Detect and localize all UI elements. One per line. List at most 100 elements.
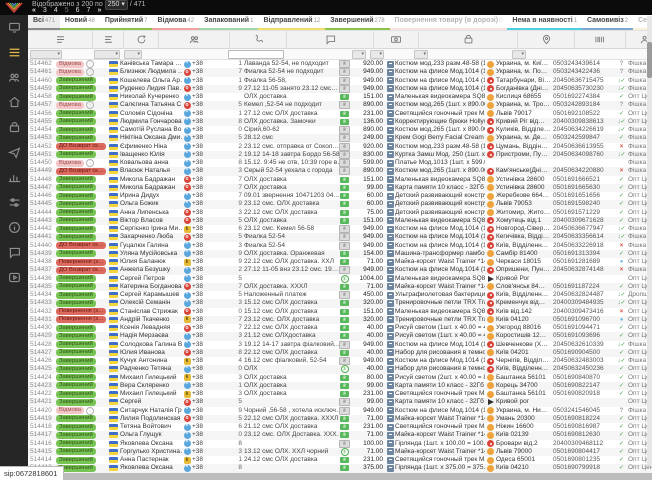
tab-5[interactable]: Відправлений12 — [258, 15, 325, 30]
table-row[interactable]: 514458 Завершений Николай Кучеренко * +3… — [28, 93, 652, 101]
phone-filter-input[interactable] — [228, 50, 284, 59]
table-row[interactable]: 514430 Завершений Ксенія Левадняя o +38 … — [28, 324, 652, 332]
table-row[interactable]: 514451 Завершений Іващенко Юлія * +38 2 … — [28, 151, 652, 159]
table-row[interactable]: 514422 Завершений Михаил Гилецький k +38… — [28, 390, 652, 398]
table-row[interactable]: 514453 Завершений Нікітіна Оксана Дми… *… — [28, 134, 652, 142]
pager-page-4[interactable]: 4 — [54, 7, 58, 15]
table-row[interactable]: 514418 Завершений Тетяна Войтович * +38 … — [28, 423, 652, 431]
table-row[interactable]: 514454 Завершений Самотій Руслана Во… * … — [28, 126, 652, 134]
table-row[interactable]: 514413 Завершений Яковлева Оксана * +38 … — [28, 464, 652, 472]
customers-people-icon[interactable] — [0, 65, 28, 90]
app-logo-icon[interactable] — [4, 1, 24, 19]
status-list-icon[interactable] — [28, 31, 93, 48]
info-icon[interactable]: i — [86, 101, 94, 109]
address-pin-icon[interactable] — [518, 31, 575, 48]
ttn-barcode-icon[interactable] — [575, 31, 626, 48]
table-row[interactable]: 514443 Завершений Віктор Власов o +38 5 … — [28, 217, 652, 225]
table-row[interactable]: 514460 Завершений Кошелева Ольга Ар… * +… — [28, 77, 652, 85]
info-icon[interactable]: i — [86, 159, 94, 167]
settings-sliders-icon[interactable] — [0, 190, 28, 215]
table-row[interactable]: 514427 Завершений Юлия Иванова o +38 8 2… — [28, 349, 652, 357]
table-row[interactable]: 514423 Завершений Вера Скляренко * +38 1… — [28, 382, 652, 390]
table-row[interactable]: 514432 Повернення (з… Станіслав Стрижак … — [28, 308, 652, 316]
table-row[interactable]: 514450 Відмоваi Ковальова анна * +38 8 1… — [28, 159, 652, 167]
campaigns-send-icon[interactable] — [0, 140, 28, 165]
comment-bubble-icon[interactable] — [287, 31, 374, 48]
table-row[interactable]: 514449 ДО Возврат ск… Власюк Наталья * +… — [28, 167, 652, 175]
table-row[interactable]: 514456 Завершений Соломія Сідоніна * +38… — [28, 110, 652, 118]
call-filter-dropdown[interactable]: ▾ — [124, 50, 142, 59]
table-row[interactable]: 514457 Відмоваi Салєгина Татьяна С… o +3… — [28, 101, 652, 109]
table-row[interactable]: 514429 Завершений Надія Мерзаєва * +38 3… — [28, 332, 652, 340]
pager-page-6[interactable]: 6 — [76, 7, 80, 15]
tab-2[interactable]: Прийнятий7 — [100, 15, 153, 30]
table-row[interactable]: 514459 Завершений Руденко Лидия Пав… o +… — [28, 85, 652, 93]
table-row[interactable]: 514439 Завершений Уляна Мусійовська * +3… — [28, 250, 652, 258]
campaign-list-icon[interactable] — [93, 31, 124, 48]
table-row[interactable]: 514447 Завершений Микола Бадражан o +38 … — [28, 184, 652, 192]
table-row[interactable]: 514444 Завершений Анна Липенська o +38 3… — [28, 209, 652, 217]
table-row[interactable]: 514419 Завершений Лилия Подолинская o +3… — [28, 415, 652, 423]
table-row[interactable]: 514441 Завершений Захарченко Люба o +38 … — [28, 233, 652, 241]
pager-page-5[interactable]: 5 — [65, 7, 69, 15]
table-row[interactable]: 514426 Завершений Кучук Антонина k +38 4… — [28, 357, 652, 365]
feedback-chat-icon[interactable] — [0, 240, 28, 265]
tab-9[interactable]: Самовивіз2 — [582, 15, 633, 30]
tab-0[interactable]: Всі471 — [28, 15, 60, 30]
table-row[interactable]: 514437 ДО Возврат ск… Анжела Безушку * +… — [28, 266, 652, 274]
stats-chart-icon[interactable] — [0, 165, 28, 190]
pager-first-icon[interactable]: « — [32, 7, 36, 15]
address-filter-dropdown[interactable]: ▾ — [512, 50, 526, 59]
table-row[interactable]: 514425 Завершений Радченко Тетяна * +38 … — [28, 365, 652, 373]
table-row[interactable]: 514424 Завершений Михаил Гилецький k +38… — [28, 374, 652, 382]
comment-filter-dropdown[interactable]: ▾ — [352, 50, 366, 59]
status-filter-dropdown[interactable]: ▾ — [30, 50, 62, 59]
campaign-filter-dropdown[interactable]: ▾ — [94, 50, 120, 59]
table-row[interactable]: 514462 Відмоваi Канівська Тамара … * +38… — [28, 60, 652, 68]
tab-1[interactable]: Новий48 — [60, 15, 100, 30]
table-row[interactable]: 514417 Завершений Ольга Глущук * +38 0 2… — [28, 431, 652, 439]
table-row[interactable]: 514445 Завершений Ольга Божик * +38 9 23… — [28, 200, 652, 208]
tab-7[interactable]: Повернення товару (в дорозі)0 — [390, 15, 508, 30]
vertical-scrollbar[interactable] — [647, 16, 652, 465]
tab-6[interactable]: Завершений278 — [325, 15, 389, 30]
pager-page-3[interactable]: 3 — [43, 7, 47, 15]
phone-handset-icon[interactable] — [230, 31, 287, 48]
table-row[interactable]: 514434 Завершений Сергей Карамышев * +38… — [28, 291, 652, 299]
tab-8[interactable]: Нема в наявності1 — [507, 15, 582, 30]
info-icon[interactable]: i — [86, 407, 94, 415]
product-filter-dropdown[interactable]: ▾ — [414, 50, 428, 59]
info-icon[interactable]: i — [86, 60, 94, 68]
table-row[interactable]: 514446 Завершений Ирина Дидух * +38 7 09… — [28, 192, 652, 200]
table-row[interactable]: 514420 Відмоваi Ситарчук Наталія Гр… * +… — [28, 407, 652, 415]
tab-4[interactable]: Запакований1 — [199, 15, 258, 30]
orders-menu-icon[interactable] — [0, 40, 28, 65]
table-row[interactable]: 514452 ДО Возврат ск… Єфименко Ніна * +3… — [28, 143, 652, 151]
table-row[interactable]: 514448 Завершений Микола Бадражан o +38 … — [28, 176, 652, 184]
table-row[interactable]: 514431 Повернення (з… Андрій Ткаченко k … — [28, 316, 652, 324]
info-icon[interactable] — [0, 215, 28, 240]
table-row[interactable]: 514428 Завершений Солодкова Галина В… * … — [28, 341, 652, 349]
products-bag-icon[interactable] — [419, 31, 518, 48]
table-row[interactable]: 514435 Завершений Катерина Богданова o +… — [28, 283, 652, 291]
table-row[interactable]: 514440 ДО Возврат ск… Гуцалюк Галина * +… — [28, 242, 652, 250]
pager-page-7[interactable]: 7 — [87, 7, 91, 15]
pager-last-icon[interactable]: » — [97, 7, 101, 15]
table-row[interactable]: 514442 Завершений Сергієнко Ірина Ми… k … — [28, 225, 652, 233]
table-row[interactable]: 514415 Завершений Горгулько Христина… * … — [28, 448, 652, 456]
products-bag-icon[interactable] — [0, 115, 28, 140]
table-row[interactable]: 514433 Завершений Олексій Семанін * +38 … — [28, 299, 652, 307]
info-icon[interactable]: i — [86, 68, 94, 76]
table-row[interactable]: 514455 Завершений Людмила Гончарова * +3… — [28, 118, 652, 126]
table-row[interactable]: 514461 Відмоваi Близнюк Людмила … o +38 … — [28, 68, 652, 76]
scrollbar-thumb[interactable] — [647, 42, 652, 78]
table-row[interactable]: 514414 Завершений Анна Пастернак k +38 1… — [28, 456, 652, 464]
payment-filter-dropdown[interactable]: ▾ — [370, 50, 384, 59]
table-row[interactable]: 514416 Завершений Яковлева Оксана * +38 … — [28, 440, 652, 448]
table-row[interactable]: 514438 Повернення (з… Юлия Баланюк k +38… — [28, 258, 652, 266]
call-refresh-icon[interactable] — [124, 31, 159, 48]
video-play-icon[interactable] — [0, 265, 28, 290]
table-row[interactable]: 514421 Завершений Сергей o +38 5 ₴ 99.00… — [28, 398, 652, 406]
shop-home-icon[interactable] — [0, 90, 28, 115]
tab-3[interactable]: Відмова42 — [152, 15, 199, 30]
